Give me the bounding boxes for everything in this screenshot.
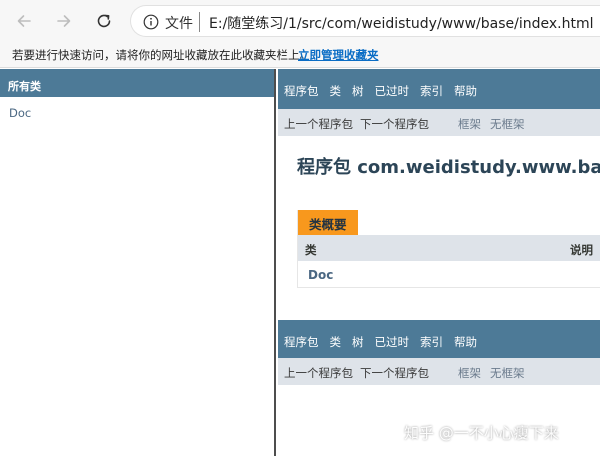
no-frames-link[interactable]: 无框架 — [490, 365, 525, 381]
refresh-icon — [97, 14, 111, 28]
browser-toolbar: 文件 E:/随堂练习/1/src/com/weidistudy/www/base… — [0, 0, 600, 42]
nav-tree[interactable]: 树 — [352, 83, 364, 99]
class-summary-table: 类概要 类 说明 Doc — [297, 210, 600, 288]
protocol-label: 文件 — [165, 16, 193, 32]
prev-package-link[interactable]: 上一个程序包 — [284, 365, 353, 381]
bottom-navbar: 程序包 类 树 已过时 索引 帮助 — [278, 320, 600, 360]
column-header-description: 说明 — [570, 243, 593, 257]
table-header: 类 说明 — [298, 235, 600, 261]
class-link-doc[interactable]: Doc — [308, 268, 333, 282]
table-row: Doc — [298, 261, 600, 287]
package-summary-frame: 程序包 类 树 已过时 索引 帮助 上一个程序包 下一个程序包 框架 无框架 程… — [278, 69, 600, 456]
bottom-subnav: 上一个程序包 下一个程序包 框架 无框架 — [278, 358, 600, 385]
prev-package-link[interactable]: 上一个程序包 — [284, 116, 353, 132]
nav-deprecated[interactable]: 已过时 — [375, 83, 410, 99]
class-summary-caption: 类概要 — [298, 210, 358, 235]
next-package-link[interactable]: 下一个程序包 — [360, 116, 429, 132]
nav-package[interactable]: 程序包 — [284, 83, 319, 99]
page-title: 程序包 com.weidistudy.www.base — [297, 157, 600, 178]
address-bar[interactable]: 文件 E:/随堂练习/1/src/com/weidistudy/www/base… — [130, 5, 600, 37]
top-navbar: 程序包 类 树 已过时 索引 帮助 — [278, 69, 600, 109]
address-separator — [199, 12, 200, 32]
favorites-hint: 若要进行快速访问，请将你的网址收藏放在此收藏夹栏上。 — [12, 48, 311, 62]
info-icon[interactable] — [143, 14, 159, 30]
forward-button[interactable] — [52, 9, 76, 33]
nav-help[interactable]: 帮助 — [454, 334, 477, 350]
nav-help[interactable]: 帮助 — [454, 83, 477, 99]
nav-class[interactable]: 类 — [330, 334, 342, 350]
nav-index[interactable]: 索引 — [420, 334, 443, 350]
all-classes-header: 所有类 — [0, 69, 274, 97]
no-frames-link[interactable]: 无框架 — [490, 116, 525, 132]
url-text[interactable]: E:/随堂练习/1/src/com/weidistudy/www/base/in… — [209, 13, 593, 33]
class-link-doc[interactable]: Doc — [9, 106, 274, 120]
nav-index[interactable]: 索引 — [420, 83, 443, 99]
arrow-left-icon — [17, 15, 31, 27]
nav-tree[interactable]: 树 — [352, 334, 364, 350]
all-classes-frame: 所有类 Doc — [0, 69, 276, 456]
nav-class[interactable]: 类 — [330, 83, 342, 99]
column-header-class: 类 — [305, 243, 317, 257]
top-subnav: 上一个程序包 下一个程序包 框架 无框架 — [278, 109, 600, 136]
nav-deprecated[interactable]: 已过时 — [375, 334, 410, 350]
frames-link[interactable]: 框架 — [458, 116, 481, 132]
watermark: 知乎 @一不小心瘦下来 — [404, 424, 559, 442]
favorites-bar: 若要进行快速访问，请将你的网址收藏放在此收藏夹栏上。 立即管理收藏夹 — [0, 42, 600, 68]
back-button[interactable] — [12, 9, 36, 33]
manage-favorites-link[interactable]: 立即管理收藏夹 — [298, 47, 379, 63]
refresh-button[interactable] — [92, 9, 116, 33]
nav-package[interactable]: 程序包 — [284, 334, 319, 350]
next-package-link[interactable]: 下一个程序包 — [360, 365, 429, 381]
frames-link[interactable]: 框架 — [458, 365, 481, 381]
arrow-right-icon — [57, 15, 71, 27]
